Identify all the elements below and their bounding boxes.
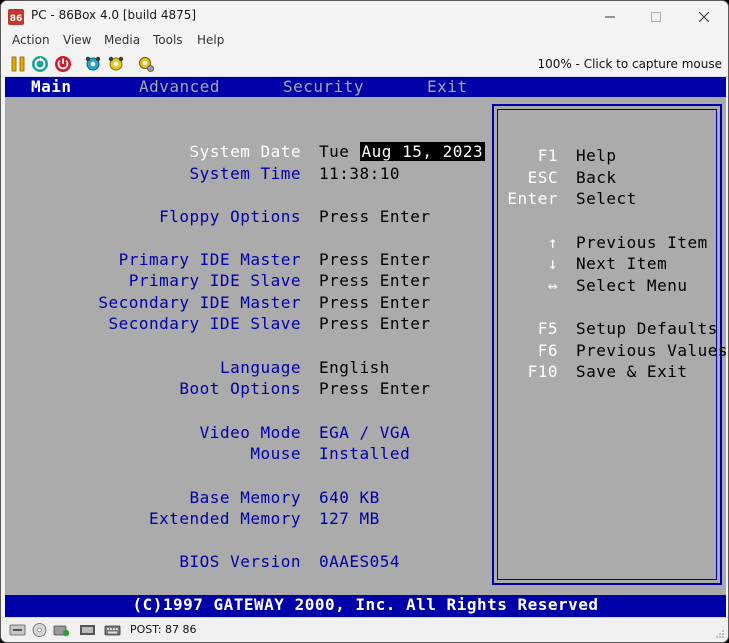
label-video-mode: Video Mode bbox=[199, 423, 301, 442]
value-language[interactable]: English bbox=[319, 358, 390, 378]
maximize-icon bbox=[651, 11, 661, 22]
help-key-f5: F5 bbox=[537, 319, 558, 338]
label-secondary-ide-master: Secondary IDE Master bbox=[98, 293, 301, 312]
status-bar: POST: 87 86 bbox=[1, 617, 728, 642]
help-desc-select: Select bbox=[576, 189, 637, 208]
close-icon bbox=[699, 11, 709, 22]
help-desc-previous-values: Previous Values bbox=[576, 341, 726, 360]
help-desc-back: Back bbox=[576, 168, 617, 187]
close-button[interactable] bbox=[681, 1, 727, 32]
value-extended-memory: 127 MB bbox=[319, 509, 380, 528]
value-system-date[interactable]: Tue Aug 15, 2023 bbox=[319, 142, 486, 162]
emulated-screen[interactable]: Main Advanced Security Exit System Date … bbox=[5, 77, 726, 617]
value-base-memory: 640 KB bbox=[319, 488, 380, 507]
network-icon[interactable] bbox=[79, 622, 96, 638]
settings-icon[interactable] bbox=[84, 55, 102, 73]
toolbar: 100% - Click to capture mouse bbox=[1, 51, 728, 77]
label-primary-ide-master: Primary IDE Master bbox=[118, 250, 301, 269]
keyboard-icon[interactable] bbox=[104, 622, 121, 638]
post-code-status: POST: 87 86 bbox=[130, 623, 197, 636]
value-boot-options[interactable]: Press Enter bbox=[319, 379, 430, 399]
preferences-icon[interactable] bbox=[137, 55, 155, 73]
svg-text:86: 86 bbox=[10, 14, 23, 24]
bios-tab-exit[interactable]: Exit bbox=[427, 77, 468, 97]
label-base-memory: Base Memory bbox=[189, 488, 301, 507]
value-mouse: Installed bbox=[319, 444, 411, 463]
label-mouse: Mouse bbox=[250, 444, 301, 463]
value-secondary-ide-slave[interactable]: Press Enter bbox=[319, 314, 430, 334]
capture-status: 100% - Click to capture mouse bbox=[537, 57, 722, 71]
arrow-left-right-icon: ↔ bbox=[547, 276, 558, 295]
hard-disk-icon[interactable] bbox=[53, 622, 70, 638]
label-bios-version: BIOS Version bbox=[179, 552, 301, 571]
label-primary-ide-slave: Primary IDE Slave bbox=[128, 271, 301, 290]
help-key-esc: ESC bbox=[527, 168, 558, 187]
label-secondary-ide-slave: Secondary IDE Slave bbox=[108, 314, 301, 333]
value-system-date-weekday: Tue bbox=[319, 142, 360, 161]
bios-tab-security[interactable]: Security bbox=[283, 77, 364, 97]
minimize-icon bbox=[605, 16, 615, 17]
pause-icon[interactable] bbox=[9, 55, 27, 73]
help-desc-setup-defaults: Setup Defaults bbox=[576, 319, 718, 338]
value-primary-ide-master[interactable]: Press Enter bbox=[319, 250, 430, 270]
value-secondary-ide-master[interactable]: Press Enter bbox=[319, 293, 430, 313]
menu-bar: Action View Media Tools Help bbox=[1, 32, 728, 51]
minimize-button[interactable] bbox=[587, 1, 633, 32]
title-bar: 86 PC - 86Box 4.0 [build 4875] bbox=[1, 1, 728, 32]
label-floppy-options: Floppy Options bbox=[159, 207, 301, 226]
emulator-window: 86 PC - 86Box 4.0 [build 4875] Action Vi… bbox=[0, 0, 729, 643]
help-panel-border: F1 Help ESC Back Enter Select ↑ Previous… bbox=[497, 109, 726, 580]
menu-view[interactable]: View bbox=[63, 33, 91, 47]
resize-grip-icon[interactable] bbox=[715, 629, 725, 639]
power-icon[interactable] bbox=[54, 55, 72, 73]
menu-action[interactable]: Action bbox=[12, 33, 50, 47]
value-video-mode: EGA / VGA bbox=[319, 423, 411, 442]
window-title: PC - 86Box 4.0 [build 4875] bbox=[31, 8, 197, 22]
label-extended-memory: Extended Memory bbox=[149, 509, 301, 528]
value-system-date-selected[interactable]: Aug 15, 2023 bbox=[359, 142, 486, 161]
help-desc-help: Help bbox=[576, 146, 617, 165]
value-system-time[interactable]: 11:38:10 bbox=[319, 164, 400, 184]
arrow-down-icon: ↓ bbox=[547, 254, 558, 273]
help-desc-save-exit: Save & Exit bbox=[576, 362, 688, 381]
menu-media[interactable]: Media bbox=[104, 33, 140, 47]
help-key-f1: F1 bbox=[537, 146, 558, 165]
value-primary-ide-slave[interactable]: Press Enter bbox=[319, 271, 430, 291]
label-language: Language bbox=[219, 358, 301, 377]
reset-icon[interactable] bbox=[31, 55, 49, 73]
menu-help[interactable]: Help bbox=[197, 33, 224, 47]
bios-tab-advanced[interactable]: Advanced bbox=[139, 77, 220, 97]
value-bios-version: 0AAES054 bbox=[319, 552, 401, 571]
bios-copyright: (C)1997 GATEWAY 2000, Inc. All Rights Re… bbox=[132, 595, 599, 614]
bios-help-panel: F1 Help ESC Back Enter Select ↑ Previous… bbox=[492, 104, 726, 585]
label-system-time: System Time bbox=[189, 164, 301, 183]
maximize-button[interactable] bbox=[633, 1, 679, 32]
bios-settings-list: System Date Tue Aug 15, 2023 System Time… bbox=[5, 100, 491, 608]
arrow-up-icon: ↑ bbox=[547, 233, 558, 252]
help-key-f10: F10 bbox=[527, 362, 558, 381]
help-desc-select-menu: Select Menu bbox=[576, 276, 688, 295]
floppy-drive-icon[interactable] bbox=[9, 622, 26, 638]
bios-copyright-bar: (C)1997 GATEWAY 2000, Inc. All Rights Re… bbox=[5, 595, 726, 617]
help-desc-next-item: Next Item bbox=[576, 254, 668, 273]
help-key-f6: F6 bbox=[537, 341, 558, 360]
cd-drive-icon[interactable] bbox=[31, 622, 48, 638]
bios-menu-bar: Main Advanced Security Exit bbox=[5, 77, 726, 97]
86box-app-icon: 86 bbox=[8, 9, 24, 25]
value-floppy-options[interactable]: Press Enter bbox=[319, 207, 430, 227]
help-key-enter: Enter bbox=[507, 189, 558, 208]
bios-tab-main[interactable]: Main bbox=[31, 77, 72, 97]
label-boot-options: Boot Options bbox=[179, 379, 301, 398]
help-desc-previous-item: Previous Item bbox=[576, 233, 708, 252]
label-system-date: System Date bbox=[189, 142, 301, 161]
hard-reset-icon[interactable] bbox=[107, 55, 125, 73]
menu-tools[interactable]: Tools bbox=[153, 33, 183, 47]
